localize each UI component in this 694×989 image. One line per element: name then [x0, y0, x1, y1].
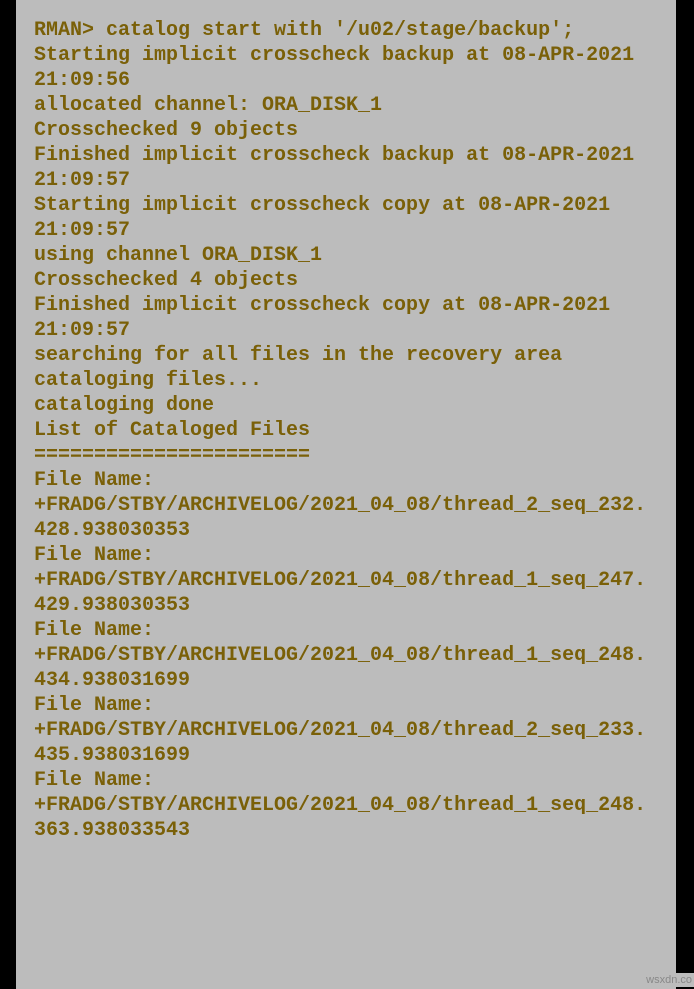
terminal-output: RMAN> catalog start with '/u02/stage/bac… — [16, 0, 676, 989]
watermark-text: wsxdn.co — [644, 973, 694, 987]
terminal-line: List of Cataloged Files — [34, 418, 658, 443]
terminal-line: Crosschecked 9 objects — [34, 118, 658, 143]
terminal-line: File Name: +FRADG/STBY/ARCHIVELOG/2021_0… — [34, 618, 658, 693]
terminal-line: File Name: +FRADG/STBY/ARCHIVELOG/2021_0… — [34, 468, 658, 543]
terminal-line: Finished implicit crosscheck backup at 0… — [34, 143, 658, 193]
terminal-line: Finished implicit crosscheck copy at 08-… — [34, 293, 658, 343]
terminal-line: Crosschecked 4 objects — [34, 268, 658, 293]
terminal-line: searching for all files in the recovery … — [34, 343, 658, 368]
terminal-line: File Name: +FRADG/STBY/ARCHIVELOG/2021_0… — [34, 768, 658, 843]
terminal-line: File Name: +FRADG/STBY/ARCHIVELOG/2021_0… — [34, 543, 658, 618]
terminal-line: Starting implicit crosscheck backup at 0… — [34, 43, 658, 93]
terminal-line: cataloging done — [34, 393, 658, 418]
terminal-line: cataloging files... — [34, 368, 658, 393]
terminal-line: File Name: +FRADG/STBY/ARCHIVELOG/2021_0… — [34, 693, 658, 768]
terminal-line: using channel ORA_DISK_1 — [34, 243, 658, 268]
terminal-line: allocated channel: ORA_DISK_1 — [34, 93, 658, 118]
terminal-line: RMAN> catalog start with '/u02/stage/bac… — [34, 18, 658, 43]
terminal-line: Starting implicit crosscheck copy at 08-… — [34, 193, 658, 243]
terminal-line: ======================= — [34, 443, 658, 468]
